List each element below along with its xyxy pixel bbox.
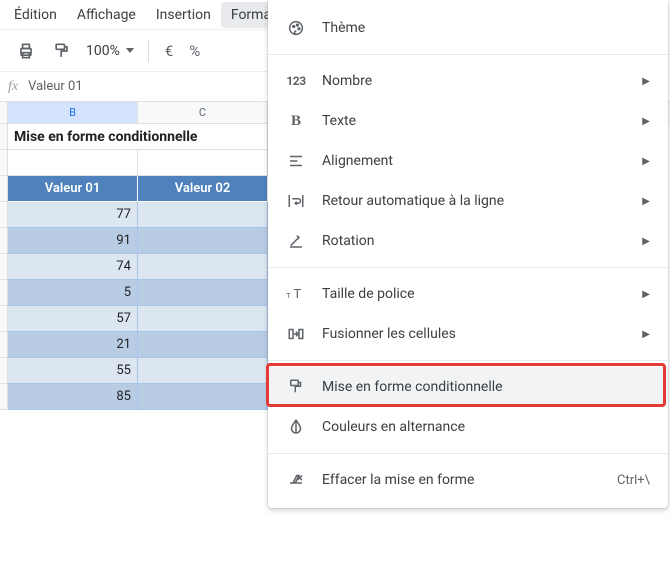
theme-icon — [286, 19, 306, 37]
menu-insertion[interactable]: Insertion — [146, 2, 221, 28]
clear-icon — [286, 471, 306, 489]
column-header-c[interactable]: C — [138, 102, 268, 123]
submenu-arrow-icon: ▶ — [642, 196, 650, 207]
menu-item-align[interactable]: Alignement ▶ — [268, 141, 668, 181]
menu-item-label: Fusionner les cellules — [322, 326, 626, 342]
table-cell[interactable] — [138, 280, 268, 306]
menu-édition[interactable]: Édition — [4, 2, 67, 28]
column-header-b[interactable]: B — [8, 102, 138, 123]
menu-item-altcolors[interactable]: Couleurs en alternance — [268, 407, 668, 447]
merge-icon — [286, 325, 306, 343]
empty-cell[interactable] — [138, 150, 268, 176]
table-cell[interactable]: 55 — [8, 358, 138, 384]
menu-item-label: Taille de police — [322, 286, 626, 302]
currency-button[interactable]: € — [159, 38, 179, 64]
title-cell[interactable]: Mise en forme conditionnelle — [8, 124, 268, 150]
table-cell[interactable]: 5 — [8, 280, 138, 306]
table-cell[interactable]: 91 — [8, 228, 138, 254]
formula-value[interactable]: Valeur 01 — [28, 79, 83, 94]
toolbar-divider — [148, 40, 149, 62]
paint-format-button[interactable] — [46, 37, 78, 65]
wrap-icon — [286, 192, 306, 210]
submenu-arrow-icon: ▶ — [642, 116, 650, 127]
table-cell[interactable]: 21 — [8, 332, 138, 358]
submenu-arrow-icon: ▶ — [642, 236, 650, 247]
menu-item-label: Nombre — [322, 73, 626, 89]
number-icon: 123 — [286, 74, 306, 88]
menu-item-number[interactable]: 123 Nombre ▶ — [268, 61, 668, 101]
menu-item-merge[interactable]: Fusionner les cellules ▶ — [268, 314, 668, 354]
menu-item-bold[interactable]: B Texte ▶ — [268, 101, 668, 141]
menu-item-fontsize[interactable]: TT Taille de police ▶ — [268, 274, 668, 314]
menu-item-label: Alignement — [322, 153, 626, 169]
table-cell[interactable] — [138, 306, 268, 332]
menu-item-rotate[interactable]: Rotation ▶ — [268, 221, 668, 261]
table-cell[interactable] — [138, 254, 268, 280]
fx-icon: fx — [8, 79, 18, 95]
table-cell[interactable] — [138, 202, 268, 228]
zoom-select[interactable]: 100% — [82, 43, 138, 59]
table-header[interactable]: Valeur 02 — [138, 176, 268, 202]
fontsize-icon: TT — [286, 285, 306, 303]
menu-item-wrap[interactable]: Retour automatique à la ligne ▶ — [268, 181, 668, 221]
print-button[interactable] — [10, 37, 42, 65]
percent-button[interactable]: % — [183, 38, 206, 64]
table-cell[interactable] — [138, 358, 268, 384]
menu-item-label: Couleurs en alternance — [322, 419, 650, 435]
menu-item-label: Effacer la mise en forme — [322, 472, 601, 488]
menu-item-label: Rotation — [322, 233, 626, 249]
menu-shortcut: Ctrl+\ — [617, 473, 650, 488]
menu-item-label: Mise en forme conditionnelle — [322, 379, 650, 395]
menu-item-label: Retour automatique à la ligne — [322, 193, 626, 209]
altcolors-icon — [286, 418, 306, 436]
table-cell[interactable]: 77 — [8, 202, 138, 228]
submenu-arrow-icon: ▶ — [642, 76, 650, 87]
menu-item-clear[interactable]: Effacer la mise en forme Ctrl+\ — [268, 460, 668, 500]
empty-cell[interactable] — [8, 150, 138, 176]
menu-separator — [268, 453, 668, 454]
format-menu-dropdown: Thème123Nombre▶BTexte▶Alignement▶Retour … — [268, 0, 668, 508]
menu-separator — [268, 360, 668, 361]
menu-item-label: Texte — [322, 113, 626, 129]
table-cell[interactable] — [138, 332, 268, 358]
svg-text:T: T — [286, 291, 291, 300]
menu-separator — [268, 54, 668, 55]
table-cell[interactable] — [138, 384, 268, 410]
rotate-icon — [286, 232, 306, 250]
table-cell[interactable]: 74 — [8, 254, 138, 280]
submenu-arrow-icon: ▶ — [642, 329, 650, 340]
submenu-arrow-icon: ▶ — [642, 289, 650, 300]
select-all-corner[interactable] — [0, 102, 8, 123]
condformat-icon — [286, 378, 306, 396]
table-header[interactable]: Valeur 01 — [8, 176, 138, 202]
bold-icon: B — [286, 113, 306, 130]
menu-separator — [268, 267, 668, 268]
table-cell[interactable] — [138, 228, 268, 254]
submenu-arrow-icon: ▶ — [642, 156, 650, 167]
align-icon — [286, 152, 306, 170]
table-cell[interactable]: 57 — [8, 306, 138, 332]
menu-item-theme[interactable]: Thème — [268, 8, 668, 48]
menu-affichage[interactable]: Affichage — [67, 2, 146, 28]
menu-item-condformat[interactable]: Mise en forme conditionnelle — [268, 367, 668, 407]
menu-item-label: Thème — [322, 20, 650, 36]
table-cell[interactable]: 85 — [8, 384, 138, 410]
svg-text:T: T — [294, 287, 302, 301]
zoom-value: 100% — [86, 43, 120, 59]
